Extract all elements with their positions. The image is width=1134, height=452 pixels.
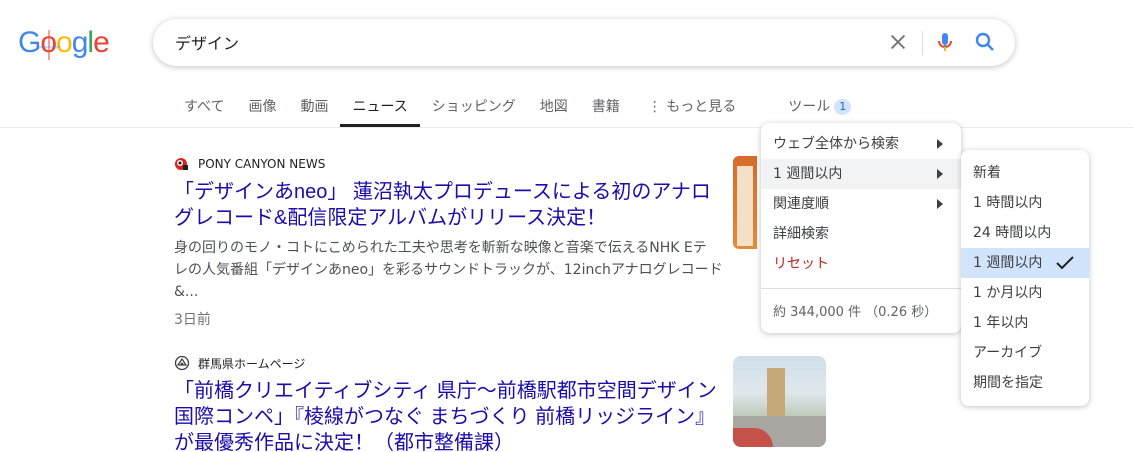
result-stats: 約 344,000 件 （0.26 秒） (773, 305, 938, 320)
menu-item-advanced-search[interactable]: 詳細検索 (761, 219, 961, 249)
microphone-icon[interactable] (933, 30, 957, 54)
search-input[interactable] (175, 32, 855, 51)
result-source[interactable]: 群馬県ホームページ (174, 354, 724, 372)
tools-count-badge: 1 (834, 99, 852, 115)
logo-letter: e (93, 26, 110, 59)
tab-images[interactable]: 画像 (236, 92, 288, 127)
time-option-archive[interactable]: アーカイブ (961, 338, 1089, 368)
pony-canyon-favicon (175, 158, 188, 170)
title-line: 国際コンペ」『棱線がつなぐ まちづくり 前橋リッジライン』 (174, 406, 716, 428)
result-source[interactable]: PONY CANYON NEWS (174, 155, 724, 173)
logo-letter: G (18, 26, 41, 59)
tab-books[interactable]: 書籍 (580, 92, 632, 127)
menu-divider (761, 288, 961, 289)
search-tabs: すべて 画像 動画 ニュース ショッピング 地図 書籍 ⋮ もっと見る ツール 1 (172, 92, 863, 128)
result-thumbnail[interactable] (733, 156, 757, 249)
tab-shopping[interactable]: ショッピング (420, 92, 528, 127)
tools-button[interactable]: ツール 1 (776, 92, 863, 127)
tab-videos[interactable]: 動画 (288, 92, 340, 127)
source-name: PONY CANYON NEWS (198, 157, 326, 171)
close-icon[interactable] (887, 31, 909, 53)
search-box (153, 19, 1015, 66)
title-line: グレコード&配信限定アルバムがリリース決定！ (174, 207, 607, 229)
check-icon (1056, 256, 1074, 270)
snippet-line: レの人気番組「デザインあneo」を彩るサウンドトラックが、12inchアナログレ… (174, 262, 723, 278)
time-option-week[interactable]: 1 週間以内 (961, 248, 1089, 278)
result-date: 3日前 (174, 312, 211, 328)
time-option-24h[interactable]: 24 時間以内 (961, 218, 1089, 248)
source-name: 群馬県ホームページ (198, 356, 306, 371)
search-icon[interactable] (973, 30, 997, 54)
crosshair-icon (38, 30, 61, 60)
time-option-hour[interactable]: 1 時間以内 (961, 188, 1089, 218)
search-divider (922, 31, 923, 55)
title-line: が最優秀作品に決定！（都市整備課） (174, 432, 514, 452)
news-result: PONY CANYON NEWS 「デザインあneo」 蓮沼執太プロデュースによ… (174, 155, 724, 329)
menu-item-search-scope[interactable]: ウェブ全体から検索 (761, 129, 961, 159)
menu-item-reset[interactable]: リセット (761, 249, 961, 279)
tabs-divider (0, 127, 1134, 128)
tools-label: ツール (788, 99, 831, 115)
title-line: 「デザインあneo」 蓮沼執太プロデュースによる初のアナロ (174, 181, 711, 203)
time-option-recent[interactable]: 新着 (961, 158, 1089, 188)
submenu-arrow-icon (937, 169, 943, 179)
google-logo[interactable]: Go ogle (18, 26, 110, 60)
gunma-seal-favicon (174, 355, 190, 371)
result-thumbnail[interactable] (733, 356, 826, 447)
tab-all[interactable]: すべて (172, 92, 236, 127)
title-line: 「前橋クリエイティブシティ 県庁～前橋駅都市空間デザイン (174, 380, 717, 402)
tools-menu: ウェブ全体から検索 1 週間以内 関連度順 詳細検索 リセット 約 344,00… (761, 123, 961, 333)
tab-more[interactable]: ⋮ もっと見る (636, 92, 748, 127)
time-option-month[interactable]: 1 か月以内 (961, 278, 1089, 308)
tab-maps[interactable]: 地図 (528, 92, 580, 127)
result-title-link[interactable]: 「前橋クリエイティブシティ 県庁～前橋駅都市空間デザイン 国際コンペ」『棱線がつ… (174, 378, 724, 452)
result-title-link[interactable]: 「デザインあneo」 蓮沼執太プロデュースによる初のアナロ グレコード&配信限定… (174, 179, 724, 231)
submenu-arrow-icon (937, 199, 943, 209)
menu-item-time-range[interactable]: 1 週間以内 (761, 159, 961, 189)
snippet-line: &... (174, 284, 199, 300)
result-snippet: 身の回りのモノ・コトにこめられた工夫や思考を斬新な映像と音楽で伝えるNHK Eテ… (174, 237, 724, 303)
time-range-submenu: 新着 1 時間以内 24 時間以内 1 週間以内 1 か月以内 1 年以内 アー… (961, 150, 1089, 406)
submenu-arrow-icon (937, 139, 943, 149)
news-result: 群馬県ホームページ 「前橋クリエイティブシティ 県庁～前橋駅都市空間デザイン 国… (174, 354, 724, 452)
logo-letter: o (38, 26, 61, 60)
time-option-year[interactable]: 1 年以内 (961, 308, 1089, 338)
tab-news[interactable]: ニュース (340, 92, 421, 127)
snippet-line: 身の回りのモノ・コトにこめられた工夫や思考を斬新な映像と音楽で伝えるNHK Eテ (174, 240, 707, 256)
menu-item-sort-order[interactable]: 関連度順 (761, 189, 961, 219)
time-option-custom[interactable]: 期間を指定 (961, 368, 1089, 398)
logo-letter: g (71, 26, 89, 59)
